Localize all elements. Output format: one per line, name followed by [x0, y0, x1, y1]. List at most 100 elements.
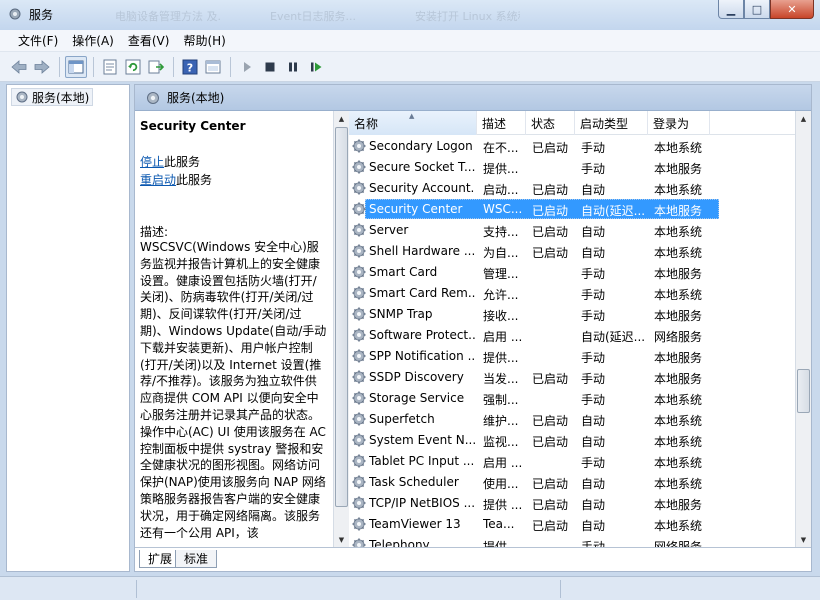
menu-action[interactable]: 操作(A) — [66, 32, 120, 49]
column-header-name[interactable]: ▲ 名称 — [349, 111, 477, 135]
service-row[interactable]: Telephony 提供... 手动 网络服务 — [349, 535, 795, 547]
service-row[interactable]: TCP/IP NetBIOS ... 提供 ... 已启动 自动 本地服务 — [349, 493, 795, 514]
background-tab[interactable]: 电脑设备管理方法 及... — [115, 8, 220, 22]
service-gear-icon — [352, 370, 366, 384]
restart-service-row: 重启动此服务 — [140, 171, 212, 188]
service-description-pane: Security Center 停止此服务 重启动此服务 描述: WSCSVC(… — [135, 111, 333, 547]
maximize-button[interactable]: □ — [744, 0, 770, 19]
background-tab[interactable]: Event日志服务... — [270, 8, 375, 22]
details-pane: 服务(本地) Security Center 停止此服务 重启动此服务 描述: … — [134, 84, 812, 572]
properties-button[interactable] — [99, 56, 121, 78]
restart-service-link[interactable]: 重启动 — [140, 173, 176, 187]
service-row[interactable]: SPP Notification ... 提供... 手动 本地服务 — [349, 346, 795, 367]
cell-startup: 手动 — [581, 162, 606, 176]
cell-status: 已启动 — [532, 414, 569, 428]
description-scrollbar[interactable]: ▲ ▼ — [333, 111, 349, 547]
pause-service-button[interactable] — [282, 56, 304, 78]
service-row[interactable]: Smart Card 管理... 手动 本地服务 — [349, 262, 795, 283]
close-button[interactable]: ✕ — [770, 0, 814, 19]
column-header-status[interactable]: 状态 — [526, 111, 575, 135]
refresh-button[interactable] — [122, 56, 144, 78]
panel-header: 服务(本地) — [135, 85, 811, 111]
menu-help[interactable]: 帮助(H) — [177, 32, 231, 49]
cell-startup: 手动 — [581, 372, 606, 386]
cell-name: Security Center — [369, 202, 463, 216]
back-button[interactable] — [8, 56, 30, 78]
column-header-logon-as[interactable]: 登录为 — [648, 111, 710, 135]
title-bar: 服务 电脑设备管理方法 及... Event日志服务... 安装打开 Linux… — [0, 0, 820, 30]
minimize-button[interactable]: ▁ — [718, 0, 744, 19]
cell-desc: 启用 ... — [483, 330, 523, 344]
column-header-startup-type[interactable]: 启动类型 — [575, 111, 648, 135]
cell-logon: 本地系统 — [654, 141, 703, 155]
help-button[interactable]: ? — [179, 56, 201, 78]
service-row[interactable]: Secure Socket T... 提供... 手动 本地服务 — [349, 157, 795, 178]
cell-name: Software Protect... — [369, 328, 475, 342]
service-row[interactable]: Shell Hardware ... 为自... 已启动 自动 本地系统 — [349, 241, 795, 262]
service-gear-icon — [352, 391, 366, 405]
start-service-button[interactable] — [236, 56, 258, 78]
cell-logon: 网络服务 — [654, 540, 703, 547]
service-row[interactable]: Security Account... 启动... 已启动 自动 本地系统 — [349, 178, 795, 199]
scroll-up-icon[interactable]: ▲ — [796, 111, 811, 126]
export-list-button[interactable] — [145, 56, 167, 78]
stop-service-button[interactable] — [259, 56, 281, 78]
service-gear-icon — [352, 454, 366, 468]
service-row[interactable]: SSDP Discovery 当发... 已启动 手动 本地服务 — [349, 367, 795, 388]
scroll-thumb[interactable] — [797, 369, 810, 413]
scroll-down-icon[interactable]: ▼ — [334, 532, 349, 547]
tree-item-label: 服务(本地) — [32, 90, 90, 105]
tab-label: 标准 — [184, 552, 209, 566]
scroll-up-icon[interactable]: ▲ — [334, 111, 349, 126]
refresh-icon — [125, 59, 141, 74]
service-gear-icon — [352, 412, 366, 426]
toolbar-separator — [93, 56, 94, 77]
services-gear-icon — [16, 91, 28, 103]
service-row[interactable]: Software Protect... 启用 ... 自动(延迟... 网络服务 — [349, 325, 795, 346]
tab-standard[interactable]: 标准 — [175, 550, 218, 568]
scroll-thumb[interactable] — [335, 127, 348, 507]
cell-logon: 本地服务 — [654, 267, 703, 281]
cell-desc: 提供 ... — [483, 498, 523, 512]
service-row[interactable]: Smart Card Rem... 允许... 手动 本地系统 — [349, 283, 795, 304]
service-row[interactable]: Tablet PC Input ... 启用 ... 手动 本地系统 — [349, 451, 795, 472]
forward-arrow-icon — [34, 59, 50, 74]
status-bar — [0, 576, 820, 600]
service-row[interactable]: Superfetch 维护... 已启动 自动 本地系统 — [349, 409, 795, 430]
console-view-button[interactable] — [202, 56, 224, 78]
cell-name: Task Scheduler — [369, 475, 459, 489]
scroll-down-icon[interactable]: ▼ — [796, 532, 811, 547]
export-list-icon — [148, 60, 165, 73]
show-console-tree-button[interactable] — [65, 55, 87, 78]
service-row[interactable]: Storage Service 强制... 手动 本地系统 — [349, 388, 795, 409]
maximize-icon: □ — [751, 2, 763, 16]
list-scrollbar[interactable]: ▲ ▼ — [795, 111, 811, 547]
service-row[interactable]: SNMP Trap 接收... 手动 本地服务 — [349, 304, 795, 325]
service-row[interactable]: System Event N... 监视... 已启动 自动 本地系统 — [349, 430, 795, 451]
forward-button[interactable] — [31, 56, 53, 78]
service-row[interactable]: Server 支持... 已启动 自动 本地系统 — [349, 220, 795, 241]
tab-label: 扩展 — [148, 552, 173, 566]
column-header-description[interactable]: 描述 — [477, 111, 526, 135]
cell-logon: 本地服务 — [654, 372, 703, 386]
restart-service-button[interactable] — [305, 56, 327, 78]
tree-item-services-local[interactable]: 服务(本地) — [11, 88, 94, 106]
cell-name: SNMP Trap — [369, 307, 433, 321]
stop-service-link[interactable]: 停止 — [140, 155, 164, 169]
cell-name: TeamViewer 13 — [369, 517, 461, 531]
service-row[interactable]: TeamViewer 13 Tea... 已启动 自动 本地系统 — [349, 514, 795, 535]
status-divider — [136, 580, 137, 598]
background-tab[interactable]: 安装打开 Linux 系统程序 — [415, 8, 520, 22]
menu-file[interactable]: 文件(F) — [12, 32, 64, 49]
service-row[interactable]: Security Center WSC... 已启动 自动(延迟... 本地服务 — [349, 199, 795, 220]
cell-logon: 本地系统 — [654, 519, 703, 533]
cell-name: Smart Card — [369, 265, 438, 279]
menu-view[interactable]: 查看(V) — [122, 32, 176, 49]
service-row[interactable]: Secondary Logon 在不... 已启动 手动 本地系统 — [349, 136, 795, 157]
service-row[interactable]: Task Scheduler 使用... 已启动 自动 本地系统 — [349, 472, 795, 493]
service-gear-icon — [352, 181, 366, 195]
cell-desc: 启动... — [483, 183, 519, 197]
service-gear-icon — [352, 475, 366, 489]
cell-desc: 接收... — [483, 309, 519, 323]
column-header-label: 登录为 — [653, 116, 690, 131]
